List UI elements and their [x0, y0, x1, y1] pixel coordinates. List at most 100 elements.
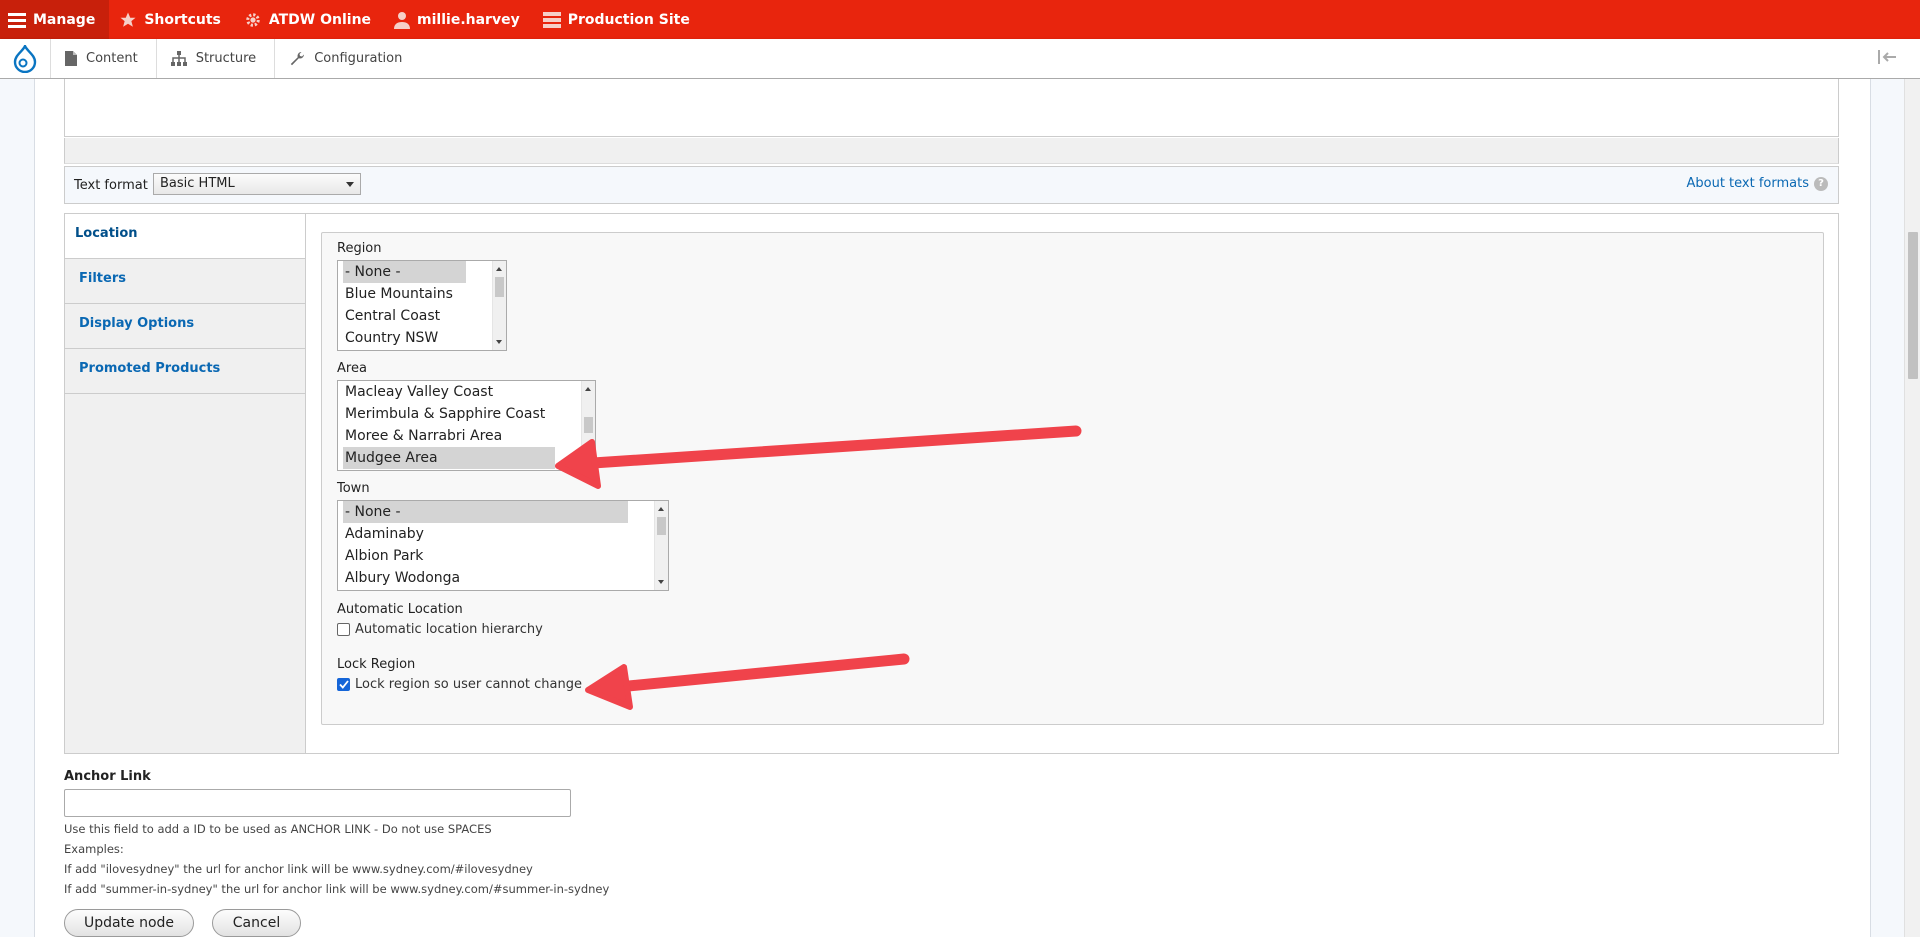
star-icon [120, 12, 136, 27]
text-format-label: Text format [74, 178, 148, 193]
wrench-icon [290, 51, 305, 65]
gear-icon [246, 12, 260, 27]
scroll-up-icon[interactable] [496, 267, 502, 271]
user-label: millie.harvey [417, 11, 520, 28]
tab-promoted-products-label: Promoted Products [79, 361, 221, 376]
vertical-tabs-menu: Location Filters Display Options Promote… [65, 214, 305, 753]
shortcuts-label: Shortcuts [144, 11, 221, 28]
tab-promoted-products[interactable]: Promoted Products [65, 349, 305, 394]
list-item[interactable]: Albion Park [338, 545, 668, 567]
shortcuts-button[interactable]: Shortcuts [109, 0, 234, 39]
scroll-down-icon[interactable] [585, 460, 591, 464]
scroll-down-icon[interactable] [496, 340, 502, 344]
scroll-up-icon[interactable] [585, 387, 591, 391]
tab-display-options[interactable]: Display Options [65, 304, 305, 349]
list-item[interactable]: Blue Mountains [338, 283, 506, 305]
admin-tray: Content Structure Configuration [0, 39, 1920, 79]
about-text-formats-label: About text formats [1686, 176, 1809, 191]
list-item[interactable]: Central Coast [338, 305, 506, 327]
anchor-help-line: If add "ilovesydney" the url for anchor … [64, 862, 533, 876]
scroll-thumb[interactable] [584, 417, 593, 433]
list-item[interactable]: Mudgee Area [343, 447, 555, 469]
automatic-location-checkbox-row[interactable]: Automatic location hierarchy [337, 622, 543, 637]
list-item[interactable]: Moree & Narrabri Area [338, 425, 595, 447]
tab-display-options-label: Display Options [79, 316, 195, 331]
environment-label: Production Site [567, 11, 690, 28]
list-item[interactable]: Adaminaby [338, 523, 668, 545]
area-label: Area [337, 361, 367, 376]
cancel-button[interactable]: Cancel [212, 909, 301, 937]
editor-status-bar [64, 138, 1839, 164]
scroll-up-icon[interactable] [658, 507, 664, 511]
region-select[interactable]: - None - Blue Mountains Central Coast Co… [337, 260, 507, 351]
admin-toolbar: Manage Shortcuts ATDW Online millie.harv… [0, 0, 1920, 39]
list-item[interactable]: Country NSW [338, 327, 506, 349]
tray-content-link[interactable]: Content [50, 39, 156, 78]
user-menu-button[interactable]: millie.harvey [384, 0, 533, 39]
tray-structure-label: Structure [195, 51, 257, 66]
page-background: Text format Basic HTML About text format… [0, 79, 1904, 937]
manage-label: Manage [33, 11, 96, 28]
list-item[interactable]: Merimbula & Sapphire Coast [338, 403, 595, 425]
list-item[interactable]: Albury Wodonga [338, 567, 668, 589]
server-icon [542, 11, 561, 28]
site-menu-button[interactable]: ATDW Online [234, 0, 384, 39]
text-format-select[interactable]: Basic HTML [153, 173, 361, 195]
town-label: Town [337, 481, 370, 496]
lock-region-title: Lock Region [337, 657, 416, 672]
anchor-help-line: If add "summer-in-sydney" the url for an… [64, 882, 610, 896]
scroll-thumb[interactable] [495, 277, 504, 297]
lock-region-checkbox-row[interactable]: Lock region so user cannot change [337, 677, 582, 692]
list-item[interactable]: - None - [343, 501, 628, 523]
tab-location[interactable]: Location [65, 214, 305, 259]
user-icon [394, 11, 411, 29]
lock-region-checkbox[interactable] [337, 678, 350, 691]
checkmark-icon [338, 680, 349, 689]
tray-content-label: Content [86, 51, 138, 66]
page-scrollbar[interactable] [1904, 79, 1920, 937]
tray-structure-link[interactable]: Structure [155, 39, 274, 78]
region-scrollbar[interactable] [492, 261, 506, 350]
vertical-tabs: Location Filters Display Options Promote… [64, 213, 1839, 754]
automatic-location-checkbox[interactable] [337, 623, 350, 636]
region-label: Region [337, 241, 382, 256]
editor-body[interactable] [64, 79, 1839, 137]
scroll-down-icon[interactable] [658, 580, 664, 584]
structure-icon [170, 51, 187, 66]
document-icon [65, 51, 77, 66]
area-scrollbar[interactable] [581, 381, 595, 470]
text-format-wrapper: Text format Basic HTML About text format… [64, 166, 1839, 204]
town-scrollbar[interactable] [654, 501, 668, 590]
drupal-logo-icon[interactable] [0, 39, 50, 78]
tab-filters-label: Filters [79, 271, 126, 286]
area-select[interactable]: Macleay Valley Coast Merimbula & Sapphir… [337, 380, 596, 471]
chevron-down-icon [346, 182, 354, 187]
location-panel: Region - None - Blue Mountains Central C… [305, 214, 1838, 753]
automatic-location-checkbox-label[interactable]: Automatic location hierarchy [355, 622, 543, 637]
text-format-value: Basic HTML [160, 176, 235, 191]
scroll-thumb[interactable] [657, 517, 666, 535]
hamburger-icon [8, 12, 26, 28]
automatic-location-title: Automatic Location [337, 602, 463, 617]
page-scroll-thumb[interactable] [1908, 232, 1918, 379]
update-node-button[interactable]: Update node [64, 909, 194, 937]
anchor-help-line: Examples: [64, 842, 124, 856]
tray-configuration-link[interactable]: Configuration [274, 39, 420, 78]
list-item[interactable]: Macleay Valley Coast [338, 381, 595, 403]
tray-configuration-label: Configuration [314, 51, 403, 66]
location-fieldset: Region - None - Blue Mountains Central C… [321, 232, 1824, 725]
anchor-help-line: Use this field to add a ID to be used as… [64, 822, 492, 836]
lock-region-checkbox-label[interactable]: Lock region so user cannot change [355, 677, 582, 692]
collapse-tray-icon[interactable] [1878, 50, 1898, 68]
anchor-link-label: Anchor Link [64, 769, 151, 784]
town-select[interactable]: - None - Adaminaby Albion Park Albury Wo… [337, 500, 669, 591]
anchor-link-input[interactable] [64, 789, 571, 817]
tab-location-label: Location [75, 226, 138, 241]
site-label: ATDW Online [268, 11, 372, 28]
list-item[interactable]: - None - [343, 261, 466, 283]
about-text-formats-link[interactable]: About text formats ? [1686, 176, 1828, 191]
manage-button[interactable]: Manage [0, 0, 110, 39]
environment-button[interactable]: Production Site [533, 0, 703, 39]
tab-filters[interactable]: Filters [65, 259, 305, 304]
help-icon: ? [1814, 176, 1828, 191]
